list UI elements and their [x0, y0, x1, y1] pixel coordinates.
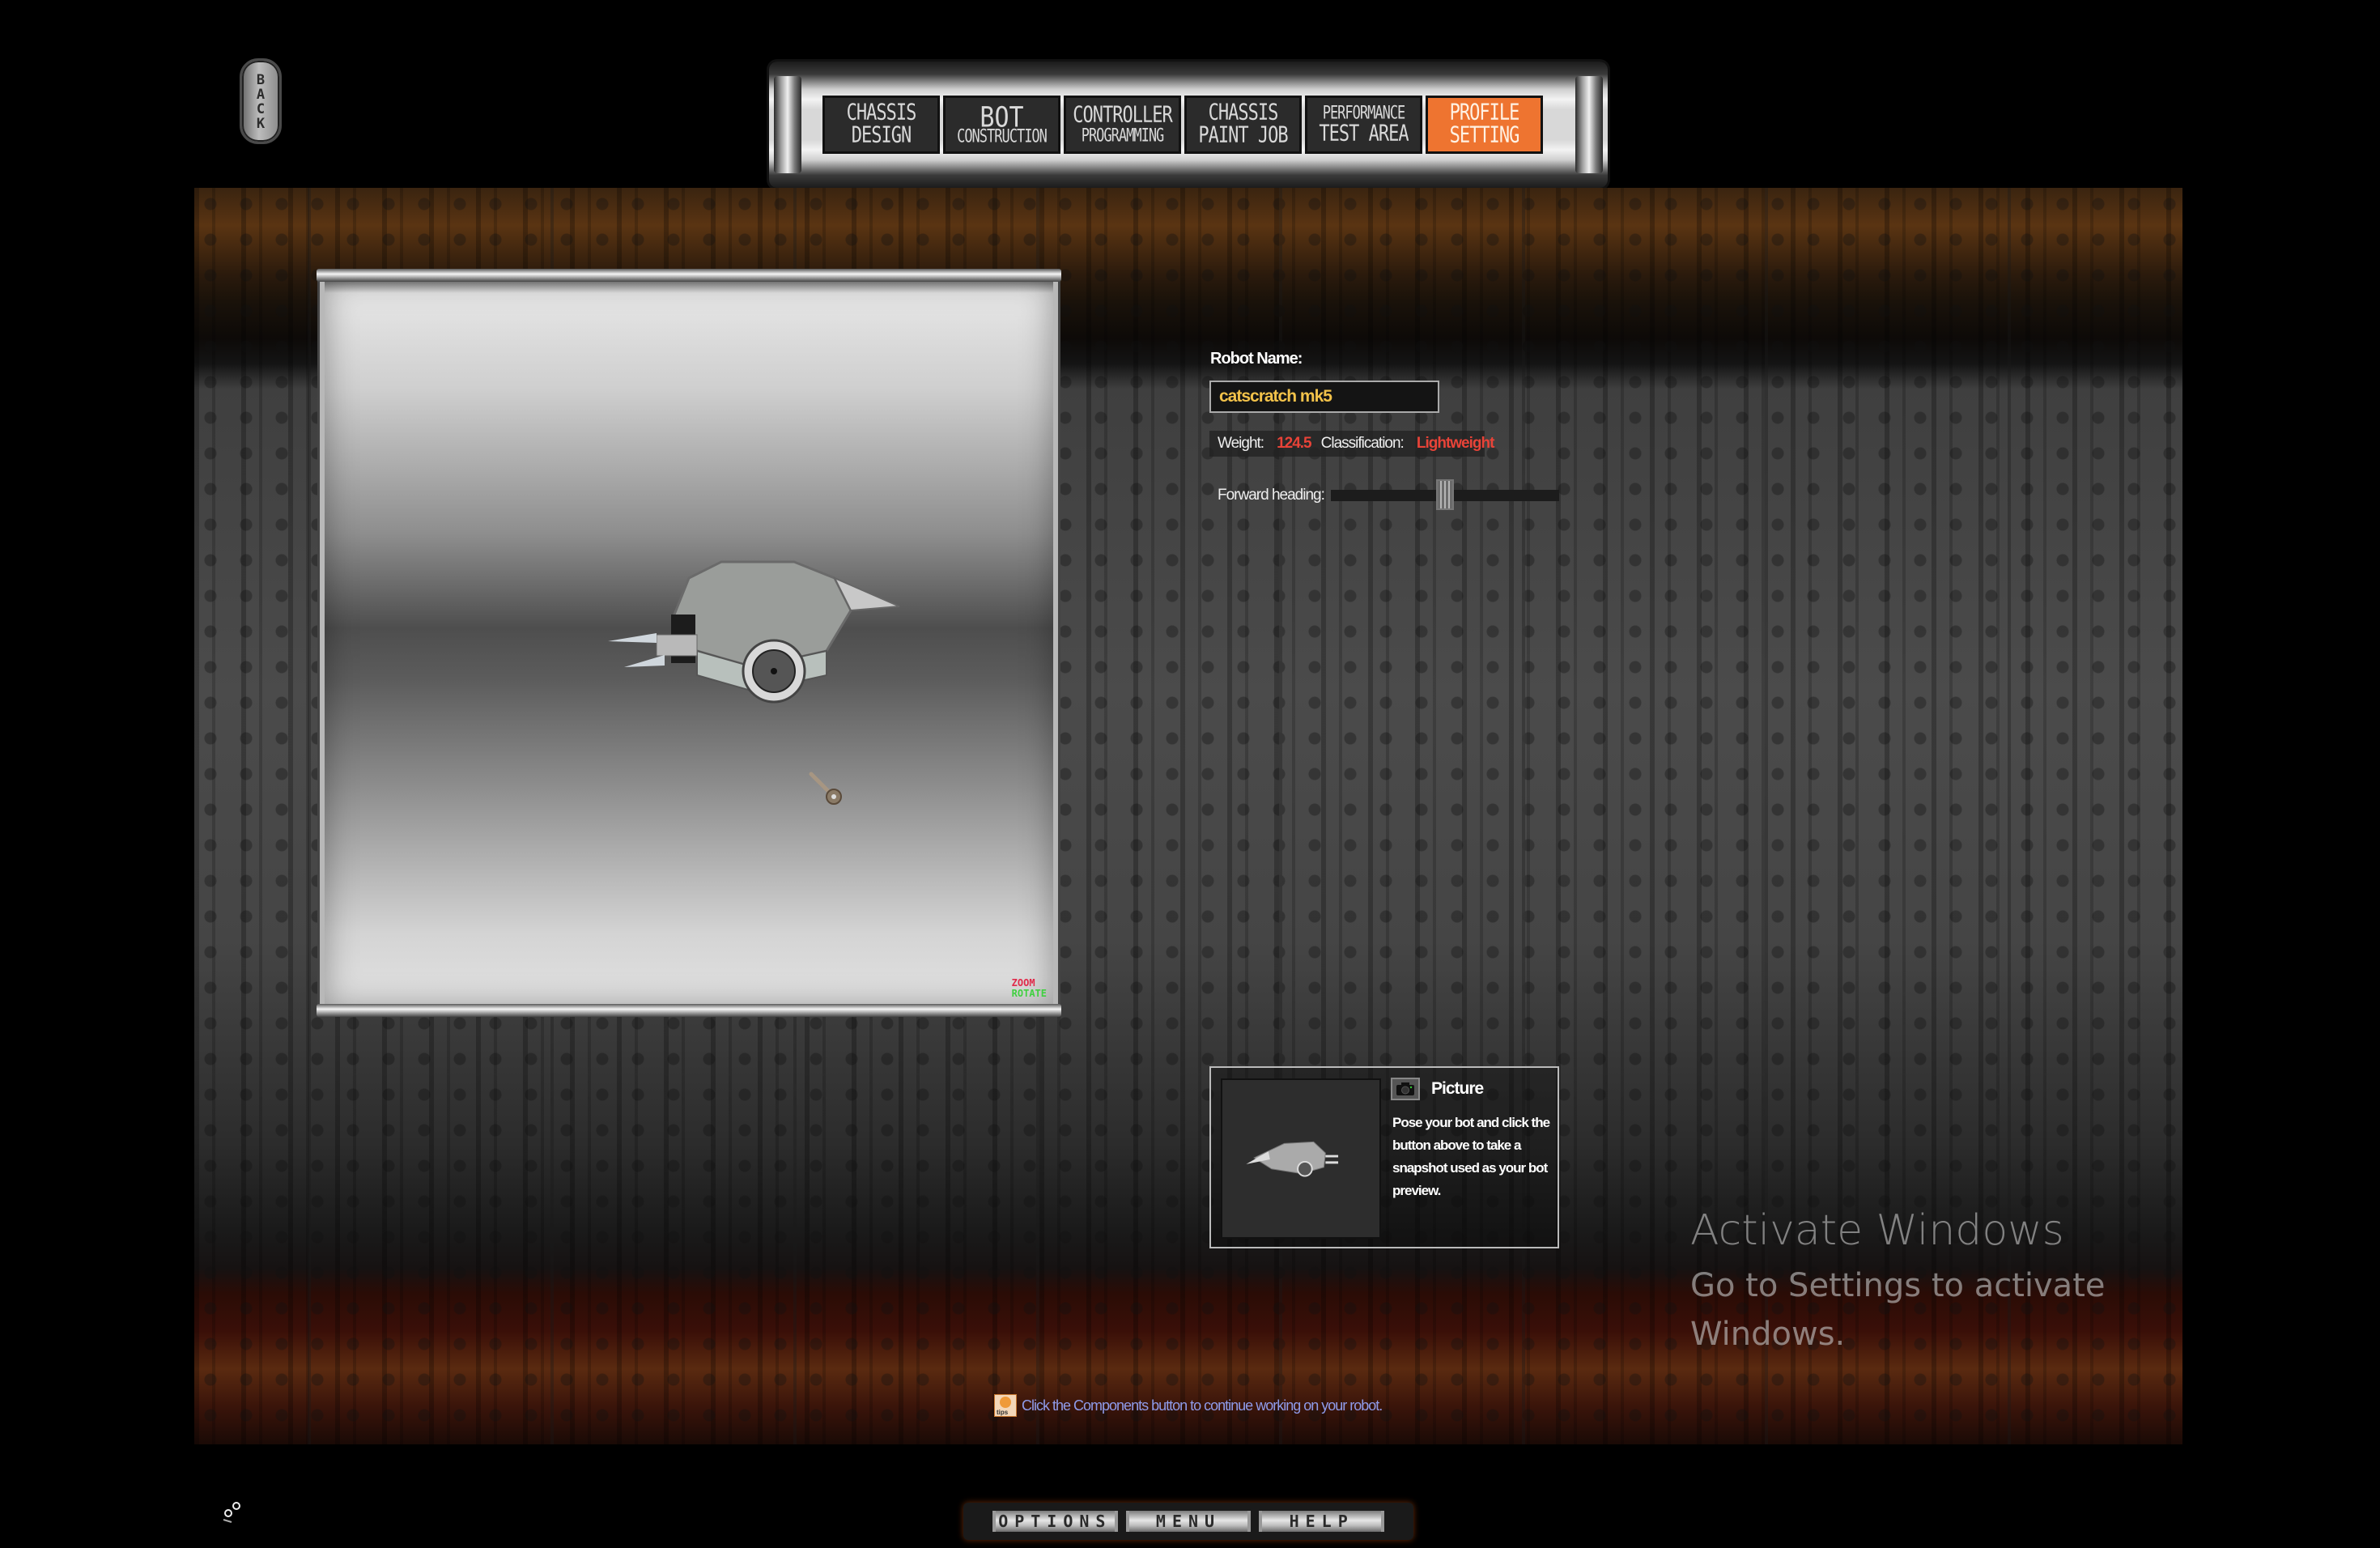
tab-profile-setting[interactable]: PROFILE SETTING — [1426, 96, 1543, 154]
back-button[interactable]: BACK — [240, 58, 282, 144]
viewport-bottom-rail — [317, 1004, 1061, 1017]
activation-subtitle: Go to Settings to activate Windows. — [1690, 1267, 2106, 1353]
picture-title: Picture — [1431, 1079, 1484, 1098]
forward-heading-slider-thumb[interactable] — [1436, 479, 1454, 510]
take-snapshot-button[interactable] — [1391, 1078, 1420, 1100]
tab-label-line2: CONSTRUCTION — [957, 125, 1048, 147]
tab-label-line2: DESIGN — [851, 122, 912, 148]
camera-icon — [1396, 1082, 1414, 1095]
tip-bar: tips Click the Components button to cont… — [994, 1394, 1383, 1417]
options-button[interactable]: OPTIONS — [992, 1511, 1118, 1532]
bot-snapshot-preview — [1221, 1078, 1381, 1239]
picture-panel: Picture Pose your bot and click the butt… — [1209, 1066, 1559, 1248]
tab-chassis-design[interactable]: CHASSIS DESIGN — [822, 96, 940, 154]
lightbulb-tip-icon: tips — [994, 1394, 1017, 1417]
tab-label-line1: PROFILE — [1449, 100, 1520, 125]
weight-label: Weight: — [1218, 435, 1264, 452]
tab-label-line2: SETTING — [1449, 122, 1520, 148]
tab-performance-test-area[interactable]: PERFORMANCE TEST AREA — [1305, 96, 1422, 154]
tab-label-line1: CHASSIS — [1208, 100, 1279, 125]
viewport-top-rail — [317, 269, 1061, 282]
robot-model[interactable] — [608, 529, 916, 724]
activation-title: Activate Windows — [1690, 1206, 2064, 1255]
top-nav-tabs: CHASSIS DESIGN BOT CONSTRUCTION CONTROLL… — [822, 96, 1543, 154]
robot-name-input[interactable] — [1209, 381, 1439, 413]
bottom-nav: OPTIONS MENU HELP — [963, 1503, 1413, 1540]
bot-3d-viewport[interactable]: ZOOM ROTATE — [317, 269, 1061, 1017]
tab-label-line2: TEST AREA — [1319, 121, 1409, 147]
tip-text: Click the Components button to continue … — [1022, 1397, 1383, 1414]
tab-label-line2: PAINT JOB — [1198, 122, 1288, 148]
mouse-controls-hint: ZOOM ROTATE — [1012, 978, 1047, 999]
tab-label-line2: PROGRAMMING — [1081, 125, 1165, 147]
rotate-hint: ROTATE — [1011, 988, 1047, 999]
tab-chassis-paint-job[interactable]: CHASSIS PAINT JOB — [1184, 96, 1302, 154]
picture-description: Pose your bot and click the button above… — [1392, 1115, 1550, 1198]
wrench-cursor-icon — [809, 772, 842, 805]
windows-activation-watermark: Activate Windows Go to Settings to activ… — [1690, 1206, 2144, 1359]
tab-label-line1: CONTROLLER — [1073, 102, 1172, 128]
loading-spinner-icon — [223, 1502, 240, 1523]
back-button-label: BACK — [253, 72, 269, 130]
tab-controller-programming[interactable]: CONTROLLER PROGRAMMING — [1064, 96, 1181, 154]
tab-label-line1: PERFORMANCE — [1322, 102, 1406, 124]
tab-label-line1: CHASSIS — [846, 100, 917, 125]
robot-name-label: Robot Name: — [1210, 350, 1303, 368]
forward-heading-label: Forward heading: — [1218, 487, 1325, 504]
weight-value: 124.5 — [1277, 435, 1312, 452]
forward-heading-slider[interactable] — [1331, 479, 1559, 510]
help-button[interactable]: HELP — [1259, 1511, 1385, 1532]
tab-bot-construction[interactable]: BOT CONSTRUCTION — [943, 96, 1060, 154]
classification-value: Lightweight — [1416, 435, 1495, 452]
menu-button[interactable]: MENU — [1125, 1511, 1252, 1532]
snapshot-robot-image — [1246, 1141, 1339, 1177]
tip-icon-label: tips — [997, 1409, 1009, 1416]
weight-classification-bar: Weight: 124.5 Classification: Lightweigh… — [1209, 431, 1494, 457]
top-nav-frame: CHASSIS DESIGN BOT CONSTRUCTION CONTROLL… — [769, 62, 1608, 188]
classification-label: Classification: — [1320, 435, 1405, 452]
forward-heading-row: Forward heading: — [1209, 479, 1630, 512]
